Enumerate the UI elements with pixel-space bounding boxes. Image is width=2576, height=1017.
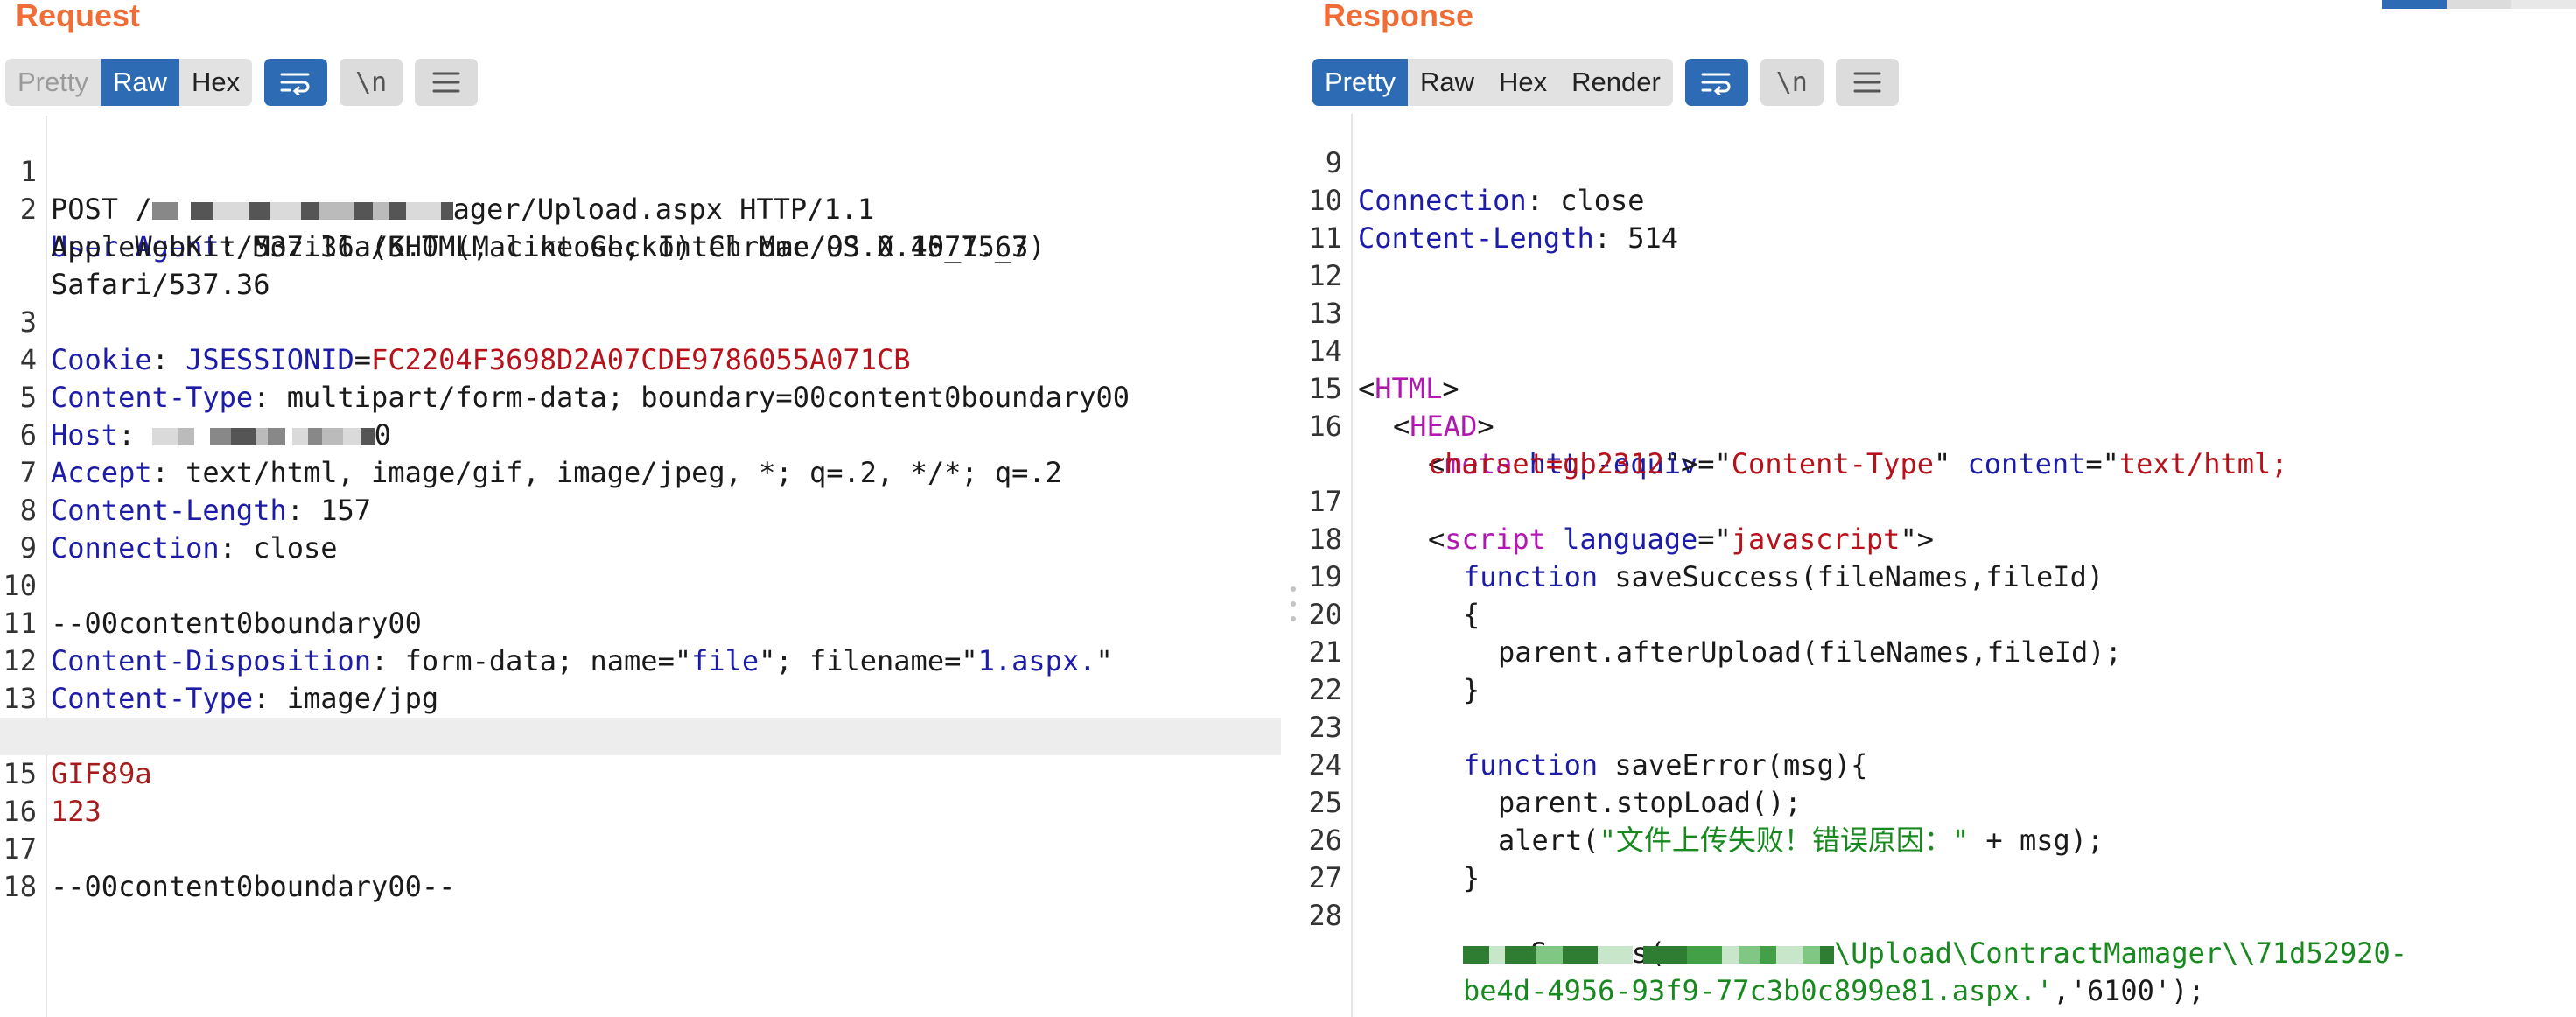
response-line-continuation: \Upload\ContractMamager\\71d52920- [1307, 897, 2576, 970]
request-line: 14 GIF89a [0, 680, 1281, 790]
response-toolbar: Pretty Raw Hex Render \n [1312, 58, 1899, 107]
response-line: 25 alert("文件上传失败！错误原因：" + msg); [1307, 747, 2576, 857]
response-line: 19 { [1307, 521, 2576, 631]
wrap-lines-icon[interactable] [264, 59, 328, 106]
response-line: 23 function saveError(msg){ [1307, 671, 2576, 782]
layout-option[interactable] [2511, 0, 2576, 9]
request-editor[interactable]: 1 POST / ager/Upload.aspx HTTP/1.1 2 User… [0, 116, 1281, 1017]
layout-option[interactable] [2446, 0, 2511, 9]
response-line: 10 Content-Length: 514 [1307, 144, 2576, 255]
menu-icon[interactable] [1835, 59, 1899, 106]
response-line-continuation: charset=gb2312"> [1307, 408, 2576, 480]
response-line: 26 } [1307, 784, 2576, 894]
response-editor[interactable]: 9 Connection: close 10 Content-Length: 5… [1307, 114, 2576, 1017]
request-line: 7 Content-Length: 157 [0, 417, 1281, 527]
request-title: Request [16, 0, 141, 33]
layout-toggle[interactable] [2382, 0, 2576, 9]
response-line: 15 <HEAD> [1307, 333, 2576, 443]
request-line: 11 Content-Disposition: form-data; name=… [0, 567, 1281, 677]
response-line: 11 [1307, 182, 2576, 255]
request-line: 1 POST / ager/Upload.aspx HTTP/1.1 [0, 116, 1281, 226]
request-line: 6 Accept: text/html, image/gif, image/jp… [0, 379, 1281, 489]
line-text: --00content0boundary00-- [51, 870, 456, 903]
response-line: 28 saveSuccess( [1307, 859, 2576, 970]
request-line: 17 --00content0boundary00-- [0, 793, 1281, 903]
newline-toggle-icon[interactable]: \n [1760, 59, 1824, 106]
request-tab-pretty[interactable]: Pretty [5, 59, 101, 106]
pane-resize-handle[interactable] [1290, 586, 1297, 621]
request-line: 13 [0, 642, 1281, 715]
line-number: 18 [3, 870, 37, 903]
menu-icon[interactable] [415, 59, 479, 106]
request-line: 12 Content-Type: image/jpg [0, 605, 1281, 715]
response-line: 18 function saveSuccess(fileNames,fileId… [1307, 483, 2576, 593]
request-tab-hex[interactable]: Hex [179, 59, 252, 106]
wrap-lines-icon[interactable] [1684, 59, 1748, 106]
response-line: 27 [1307, 822, 2576, 894]
request-pane: Request Pretty Raw Hex \n 1 POST / ager/U… [0, 0, 1281, 1017]
request-line: 5 Host: 0 [0, 341, 1281, 452]
line-text: be4d-4956-93f9-77c3b0c899e81.aspx.','610… [1463, 974, 2205, 1007]
request-toolbar: Pretty Raw Hex \n [5, 58, 479, 107]
response-line: 13 [1307, 257, 2576, 330]
response-line: 21 } [1307, 596, 2576, 706]
request-line: 10 --00content0boundary00 [0, 530, 1281, 640]
layout-option-active[interactable] [2382, 0, 2446, 9]
response-line: 12 [1307, 220, 2576, 292]
response-line: 16 <meta http-equiv="Content-Type" conte… [1307, 370, 2576, 480]
response-tab-hex[interactable]: Hex [1487, 59, 1559, 106]
response-line: 14 <HTML> [1307, 295, 2576, 405]
response-title: Response [1323, 0, 1474, 33]
request-view-tabs: Pretty Raw Hex [5, 59, 253, 106]
request-line-continuation: Safari/537.36 [0, 228, 1281, 301]
response-line: 24 parent.stopLoad(); [1307, 709, 2576, 819]
request-line: 3 Cookie: JSESSIONID=FC2204F3698D2A07CDE… [0, 266, 1281, 376]
request-line: 18 [0, 831, 1281, 903]
request-line: 9 [0, 492, 1281, 565]
request-line-continuation: AppleWebKit/537.36 (KHTML, like Gecko) C… [0, 191, 1281, 263]
request-line: 16 [0, 755, 1281, 828]
newline-toggle-icon[interactable]: \n [340, 59, 403, 106]
request-tab-raw[interactable]: Raw [100, 59, 179, 106]
request-line: 4 Content-Type: multipart/form-data; bou… [0, 304, 1281, 414]
response-line: 9 Connection: close [1307, 107, 2576, 217]
response-line: 20 parent.afterUpload(fileNames,fileId); [1307, 558, 2576, 669]
response-pane: Response Pretty Raw Hex Render \n 9 Conn… [1307, 0, 2576, 1017]
response-tab-render[interactable]: Render [1559, 59, 1673, 106]
request-line-highlighted: 15 123 [0, 718, 1281, 828]
response-tab-pretty[interactable]: Pretty [1312, 59, 1408, 106]
response-line: 17 <script language="javascript"> [1307, 445, 2576, 556]
response-line: 22 [1307, 634, 2576, 706]
response-tab-raw[interactable]: Raw [1408, 59, 1487, 106]
response-line-continuation: be4d-4956-93f9-77c3b0c899e81.aspx.','610… [1307, 935, 2576, 1007]
request-line: 8 Connection: close [0, 454, 1281, 565]
request-line: 2 User-Agent: Mozilla/5.0 (Macintosh; In… [0, 153, 1281, 263]
response-view-tabs: Pretty Raw Hex Render [1312, 59, 1673, 106]
